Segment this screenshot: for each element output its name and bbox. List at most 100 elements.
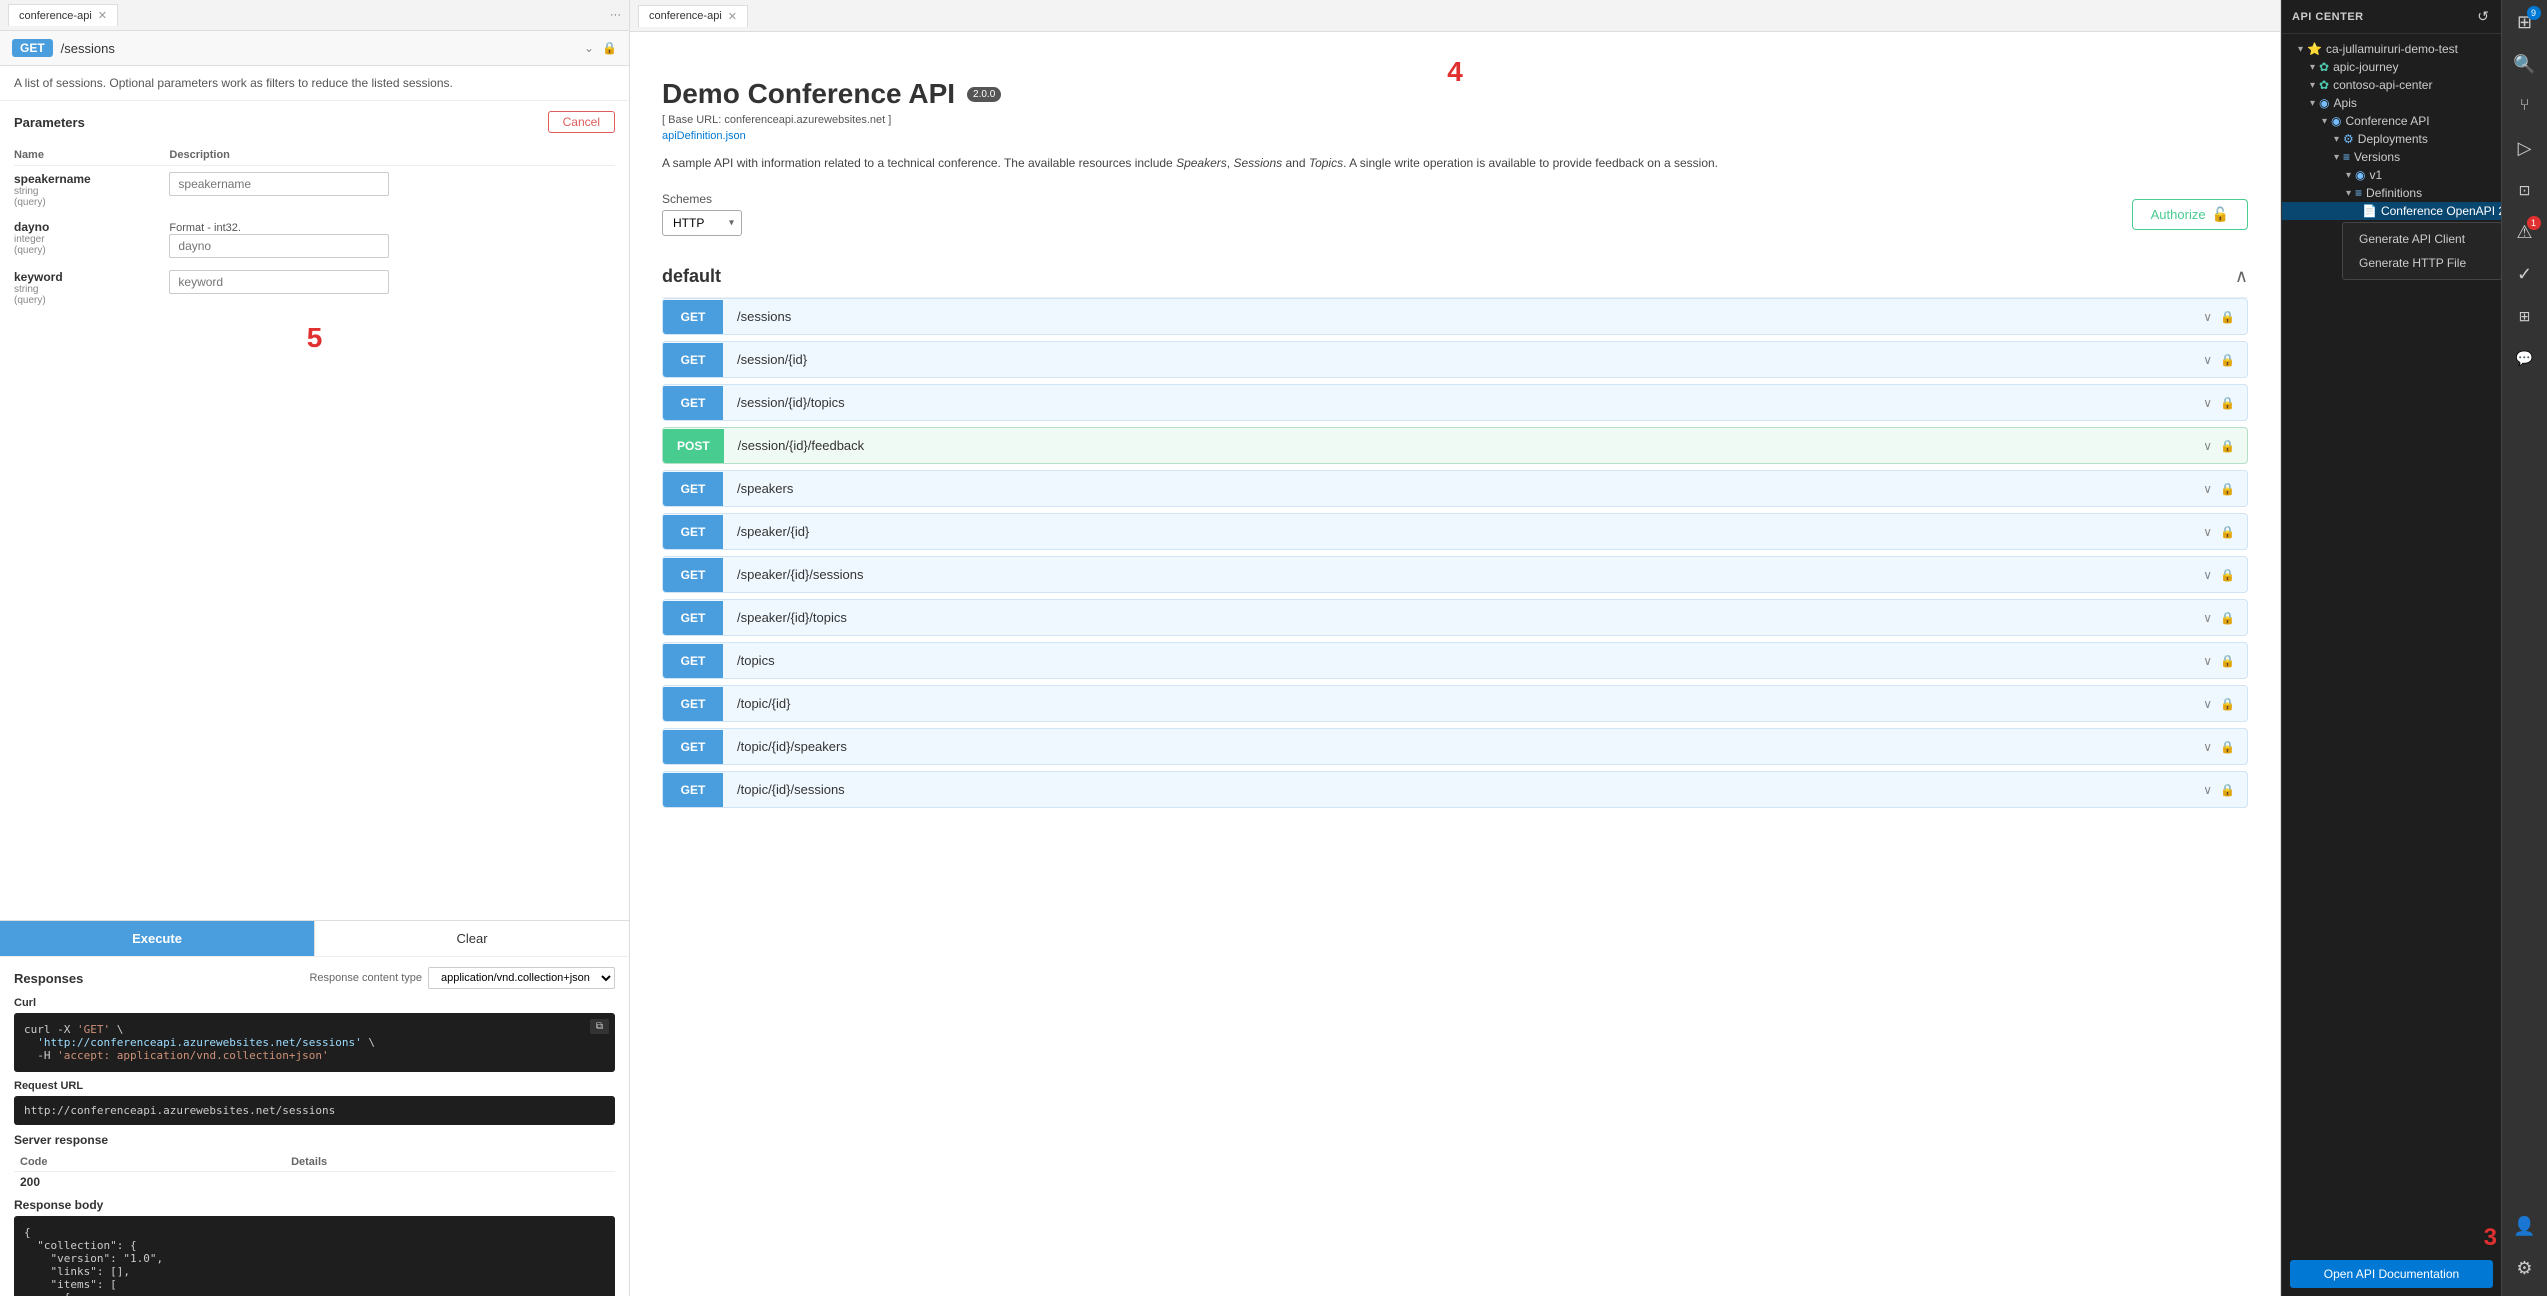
collapse-icon[interactable]: ⌄: [584, 41, 594, 55]
params-title: Parameters: [14, 115, 85, 130]
api-version-badge: 2.0.0: [967, 87, 1001, 102]
middle-tab-close-icon[interactable]: ✕: [728, 10, 737, 23]
run-icon[interactable]: ▷: [2507, 130, 2543, 166]
endpoint-row-speakers[interactable]: GET /speakers ∨ 🔒: [662, 470, 2248, 507]
param-type-keyword: string: [14, 284, 169, 295]
param-name-keyword: keyword: [14, 270, 169, 284]
param-scope-speakername: (query): [14, 197, 169, 208]
tree-item-conference-openapi2[interactable]: 📄 Conference OpenAPI 2: [2282, 202, 2501, 220]
left-panel: conference-api ✕ ··· GET /sessions ⌄ 🔒 A…: [0, 0, 630, 1296]
response-code-col: Code: [14, 1153, 285, 1172]
path-speaker-sessions: /speaker/{id}/sessions: [723, 557, 2191, 592]
endpoint-row-speaker-id[interactable]: GET /speaker/{id} ∨ 🔒: [662, 513, 2248, 550]
execute-button[interactable]: Execute: [0, 921, 314, 956]
extensions-badge: 9: [2527, 6, 2541, 20]
chevron-speakers: ∨: [2203, 482, 2212, 496]
annotation-5: 5: [307, 322, 323, 353]
source-control-icon[interactable]: ⑂: [2507, 88, 2543, 124]
annotation-3: 3: [2484, 1224, 2497, 1252]
endpoint-row-session-feedback[interactable]: POST /session/{id}/feedback ∨ 🔒: [662, 427, 2248, 464]
dayno-input[interactable]: [169, 234, 389, 258]
tree-icon-ca: ⭐: [2307, 42, 2322, 56]
endpoint-row-speaker-topics[interactable]: GET /speaker/{id}/topics ∨ 🔒: [662, 599, 2248, 636]
api-def-link[interactable]: apiDefinition.json: [662, 130, 2248, 142]
chat-symbol: 💬: [2516, 350, 2533, 367]
authorize-button[interactable]: Authorize 🔓: [2132, 199, 2248, 230]
server-response-label: Server response: [14, 1133, 615, 1147]
param-row-keyword: keyword string (query): [14, 264, 615, 312]
warning-icon[interactable]: ⚠ 1: [2507, 214, 2543, 250]
tree-arrow-definitions: ▾: [2346, 188, 2351, 199]
search-icon[interactable]: 🔍: [2507, 46, 2543, 82]
chevron-topics: ∨: [2203, 654, 2212, 668]
tree-icon-deployments: ⚙: [2343, 132, 2354, 146]
method-get-topic-sessions: GET: [663, 773, 723, 807]
path-speaker-topics: /speaker/{id}/topics: [723, 600, 2191, 635]
tree-item-conference-api[interactable]: ▾ ◉ Conference API: [2282, 112, 2501, 130]
endpoint-row-session-id-topics[interactable]: GET /session/{id}/topics ∨ 🔒: [662, 384, 2248, 421]
endpoint-row-sessions[interactable]: GET /sessions ∨ 🔒: [662, 298, 2248, 335]
tree-item-apic-journey[interactable]: ▾ ✿ apic-journey: [2282, 58, 2501, 76]
clear-button[interactable]: Clear: [314, 921, 629, 956]
path-session-id: /session/{id}: [723, 342, 2191, 377]
lock-topic-speakers: 🔒: [2220, 740, 2235, 754]
graph-icon[interactable]: ⊞: [2507, 298, 2543, 334]
response-details-col: Details: [285, 1153, 615, 1172]
cancel-button[interactable]: Cancel: [548, 111, 615, 133]
run-symbol: ▷: [2518, 138, 2532, 159]
account-icon[interactable]: 👤: [2507, 1208, 2543, 1244]
schemes-select-wrap: HTTP HTTPS: [662, 210, 742, 236]
params-header: Parameters Cancel: [14, 111, 615, 133]
endpoint-row-speaker-sessions[interactable]: GET /speaker/{id}/sessions ∨ 🔒: [662, 556, 2248, 593]
check-icon[interactable]: ✓: [2507, 256, 2543, 292]
endpoint-icons-sessions: ∨ 🔒: [2191, 310, 2247, 324]
endpoint-row-topics[interactable]: GET /topics ∨ 🔒: [662, 642, 2248, 679]
tree-item-versions[interactable]: ▾ ≡ Versions: [2282, 148, 2501, 166]
tree-label-contoso: contoso-api-center: [2333, 78, 2432, 92]
tree-item-apis[interactable]: ▾ ◉ Apis: [2282, 94, 2501, 112]
copy-curl-button[interactable]: ⧉: [590, 1019, 609, 1034]
chevron-speaker-topics: ∨: [2203, 611, 2212, 625]
method-badge: GET: [12, 39, 53, 57]
chat-icon[interactable]: 💬: [2507, 340, 2543, 376]
left-tab-conference-api[interactable]: conference-api ✕: [8, 4, 118, 26]
context-menu-generate-http[interactable]: Generate HTTP File: [2343, 251, 2501, 275]
settings-icon[interactable]: ⚙: [2507, 1250, 2543, 1286]
account-symbol: 👤: [2513, 1216, 2535, 1237]
keyword-input[interactable]: [169, 270, 389, 294]
schemes-select[interactable]: HTTP HTTPS: [662, 210, 742, 236]
chevron-session-topics: ∨: [2203, 396, 2212, 410]
lock-topics: 🔒: [2220, 654, 2235, 668]
lock-icon[interactable]: 🔒: [602, 41, 617, 55]
middle-tab-conference-api[interactable]: conference-api ✕: [638, 5, 748, 27]
response-body: { "collection": { "version": "1.0", "lin…: [14, 1216, 615, 1296]
speakername-input[interactable]: [169, 172, 389, 196]
open-api-docs-button[interactable]: Open API Documentation: [2290, 1260, 2493, 1288]
chevron-session-id: ∨: [2203, 353, 2212, 367]
api-center-icon[interactable]: ⊡: [2507, 172, 2543, 208]
tree-item-definitions[interactable]: ▾ ≡ Definitions: [2282, 184, 2501, 202]
refresh-icon[interactable]: ↺: [2475, 6, 2491, 27]
tree-item-contoso[interactable]: ▾ ✿ contoso-api-center: [2282, 76, 2501, 94]
tree-arrow-ca: ▾: [2298, 44, 2303, 55]
extensions-icon[interactable]: ⊞ 9: [2507, 4, 2543, 40]
tree-item-deployments[interactable]: ▾ ⚙ Deployments: [2282, 130, 2501, 148]
collapse-default-icon[interactable]: ∧: [2235, 266, 2248, 287]
left-panel-more-icon[interactable]: ···: [610, 9, 621, 21]
lock-topic-sessions: 🔒: [2220, 783, 2235, 797]
tree-item-ca-jullamuiruri[interactable]: ▾ ⭐ ca-jullamuiruri-demo-test: [2282, 40, 2501, 58]
response-content-type-select[interactable]: application/vnd.collection+json: [428, 967, 615, 989]
api-center-title: API CENTER: [2292, 11, 2364, 23]
endpoint-row-topic-sessions[interactable]: GET /topic/{id}/sessions ∨ 🔒: [662, 771, 2248, 808]
endpoint-row-topic-id[interactable]: GET /topic/{id} ∨ 🔒: [662, 685, 2248, 722]
endpoint-path: /sessions: [61, 41, 584, 56]
tree-label-ca: ca-jullamuiruri-demo-test: [2326, 42, 2458, 56]
tree-label-versions: Versions: [2354, 150, 2400, 164]
request-url-block: http://conferenceapi.azurewebsites.net/s…: [14, 1096, 615, 1125]
endpoint-row-session-id[interactable]: GET /session/{id} ∨ 🔒: [662, 341, 2248, 378]
left-tab-close-icon[interactable]: ✕: [98, 9, 107, 22]
tree-arrow-contoso: ▾: [2310, 80, 2315, 91]
context-menu-generate-client[interactable]: Generate API Client: [2343, 227, 2501, 251]
endpoint-row-topic-speakers[interactable]: GET /topic/{id}/speakers ∨ 🔒: [662, 728, 2248, 765]
tree-item-v1[interactable]: ▾ ◉ v1: [2282, 166, 2501, 184]
